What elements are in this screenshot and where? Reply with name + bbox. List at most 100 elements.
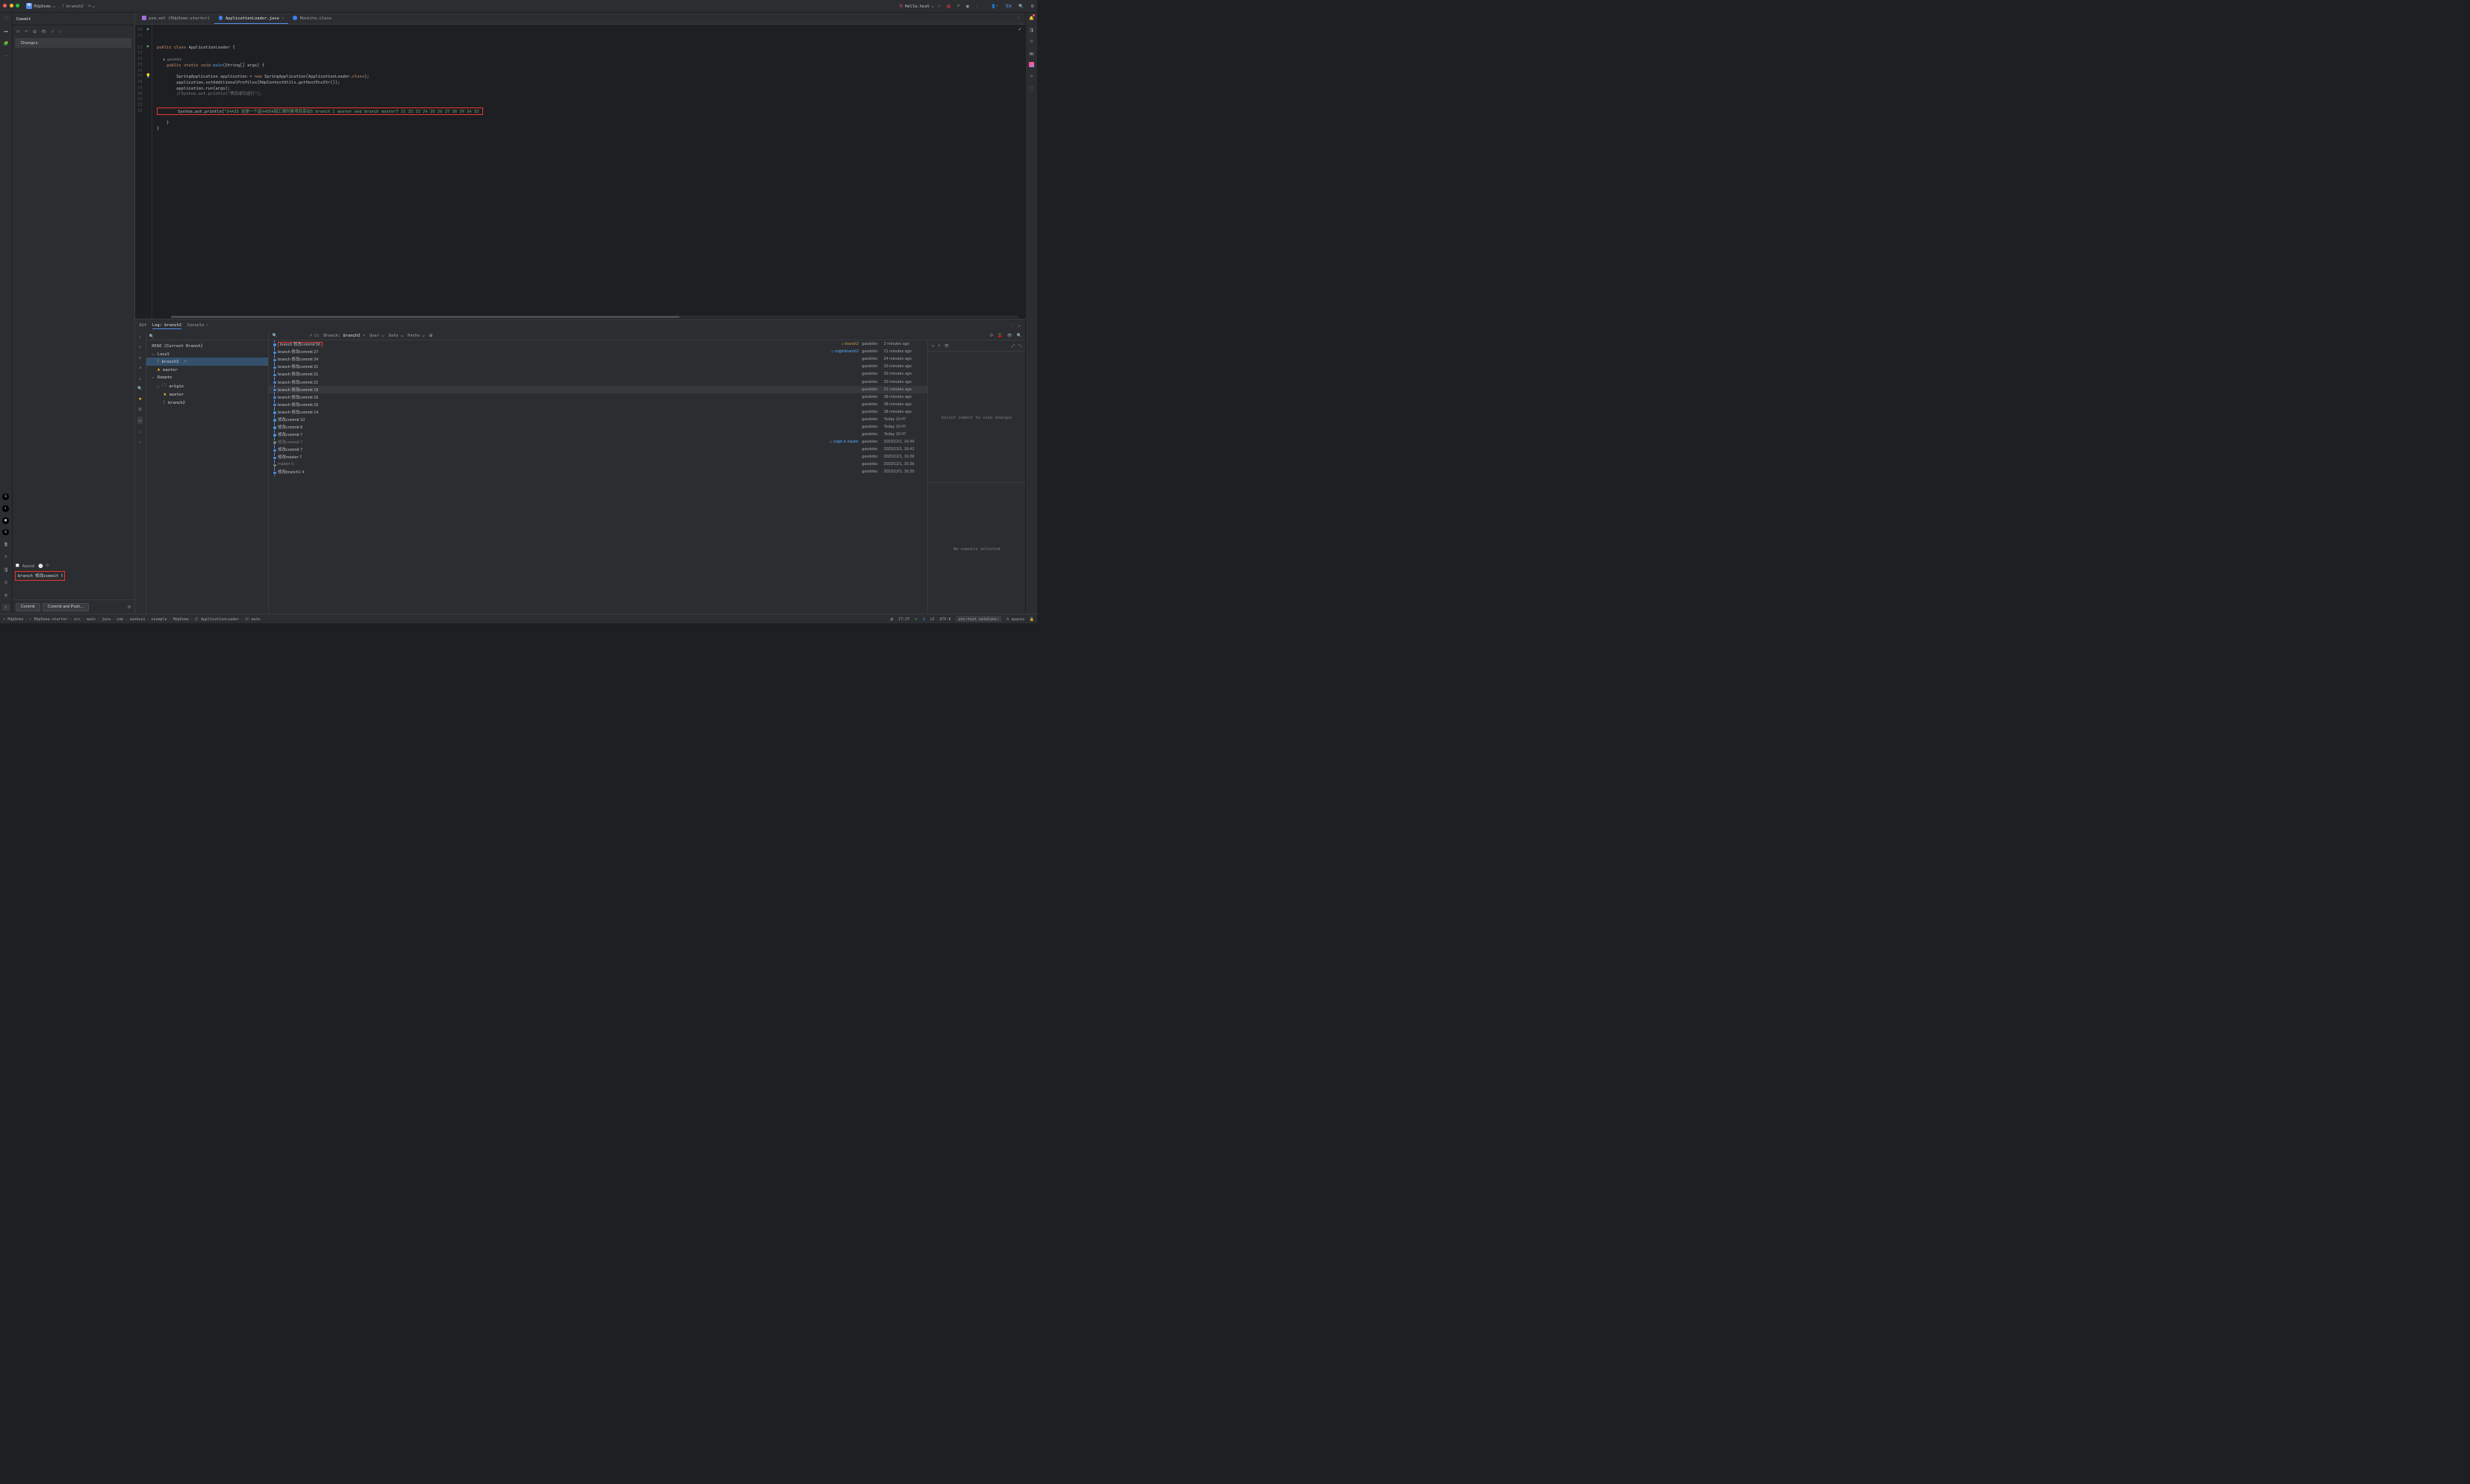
document-icon[interactable]: 🗎 (2, 541, 9, 548)
branch-tree-node[interactable]: ⌄🗀 origin (146, 381, 269, 391)
settings-icon[interactable]: ⚙ (1030, 3, 1034, 9)
branch-tree-node[interactable]: HEAD (Current Branch) (146, 342, 269, 350)
minimize-icon[interactable]: — (1018, 322, 1020, 328)
expand-icon[interactable]: ⤢ (1012, 343, 1015, 349)
coverage-icon[interactable]: ⬚ (1030, 85, 1033, 91)
search-icon[interactable]: 🔍 (149, 333, 155, 339)
breadcrumb-segment[interactable]: ⓜ main (245, 617, 260, 622)
rollback-icon[interactable]: ↶ (25, 28, 28, 35)
breadcrumb-segment[interactable]: java (102, 617, 111, 622)
readonly-icon[interactable]: 🔓 (1030, 617, 1034, 622)
intention-bulb-icon[interactable]: 💡 (146, 72, 151, 78)
breadcrumb-segment[interactable]: Ⓒ ApplicationLoader (195, 617, 239, 622)
commit-row[interactable]: 修改commit 7 ⬦ origin & master gaodebo 202… (269, 438, 927, 446)
problems-icon[interactable]: ⊘ (2, 591, 9, 598)
commit-row[interactable]: 修改commit 7 gaodebo Today 10:47 (269, 431, 927, 438)
collapse-icon[interactable]: ‹ (139, 334, 141, 340)
breadcrumb-segment[interactable]: sankuai (129, 617, 145, 622)
collapse-icon[interactable]: ⤡ (1018, 343, 1021, 349)
favorite-icon[interactable]: ★ (138, 396, 142, 402)
settings-icon[interactable]: ⚙ (138, 406, 142, 412)
coin-icon[interactable]: ◎ (1030, 38, 1033, 44)
minimize-window-icon[interactable] (10, 4, 13, 7)
code-editor[interactable]: ✔ public class ApplicationLoader {▲ gaod… (152, 25, 1024, 319)
commit-row[interactable]: branch 修改commit 21 gaodebo 29 minutes ag… (269, 370, 927, 378)
commit-row[interactable]: 修改commit 8 gaodebo Today 10:47 (269, 423, 927, 431)
commit-button[interactable]: Commit (16, 603, 40, 611)
stop-icon[interactable]: ◼ (966, 3, 970, 9)
maven-icon[interactable]: m (1030, 50, 1033, 57)
inspection-ok-icon[interactable]: ✔ (1018, 26, 1022, 32)
regex-label[interactable]: .* (308, 332, 313, 338)
fetch-icon[interactable]: ⇣ (138, 375, 142, 381)
horizontal-scrollbar[interactable] (171, 316, 1018, 318)
breadcrumb-segment[interactable]: src (74, 617, 81, 622)
plugin-icon[interactable]: S (2, 529, 8, 535)
diff-icon[interactable]: ⧉ (33, 28, 36, 35)
ai-icon[interactable]: ⟐ (46, 562, 49, 569)
commit-row[interactable]: branch 修改commit 19 gaodebo 31 minutes ag… (269, 386, 927, 393)
commit-row[interactable]: master 6 gaodebo 2023/12/1, 16:36 (269, 461, 927, 468)
prev-icon[interactable]: ↘ (932, 343, 934, 349)
commit-row[interactable]: branch 修改commit 15 gaodebo 38 minutes ag… (269, 401, 927, 408)
history-icon[interactable]: 🕓 (38, 563, 43, 569)
breadcrumb-segment[interactable]: main (87, 617, 96, 622)
branch-tree-node[interactable]: ⌄Local (146, 350, 269, 358)
vcs-branch-widget[interactable]: ᚶ branch2 ↗ ⌄ (62, 3, 95, 9)
plugin-icon[interactable]: S (2, 493, 8, 499)
branch-filter[interactable]: Branch: branch2 × (323, 332, 365, 338)
tab-git[interactable]: Git (139, 322, 146, 329)
date-filter[interactable]: Date ⌄ (388, 332, 403, 338)
plugin-icon[interactable]: ◐ (2, 505, 8, 511)
branch-tree-node[interactable]: ᚶ branch2↗ (146, 358, 269, 366)
indent-label[interactable]: 4 spaces (1007, 617, 1024, 622)
run-config-selector[interactable]: ⦿ Hello.test ⌄ (899, 3, 933, 9)
commit-row[interactable]: 修改commit 10 gaodebo Today 10:47 (269, 416, 927, 423)
branch-tree-node[interactable]: ᚶ branch2 (146, 399, 269, 407)
window-controls[interactable] (3, 4, 19, 7)
eye-icon[interactable]: 👁 (1007, 332, 1012, 338)
close-icon[interactable]: × (206, 322, 208, 328)
commit-settings-icon[interactable]: ⚙ (128, 604, 131, 610)
editor-tab[interactable]: Mockito.class (288, 13, 336, 24)
structure-tool-icon[interactable]: 🧩 (2, 40, 9, 47)
translate-icon[interactable]: 文A (1005, 3, 1012, 9)
env-label[interactable]: env:test swimlane: (956, 616, 1001, 623)
find-icon[interactable]: 🔍 (1017, 332, 1022, 338)
checkout-icon[interactable]: ↙ (139, 355, 141, 361)
editor-tab[interactable]: pom.xml (MdpDemo-starter) (137, 13, 214, 24)
editor-tab[interactable]: ApplicationLoader.java× (214, 13, 289, 24)
options-icon[interactable]: ⋮ (1010, 322, 1013, 328)
next-icon[interactable]: ↗ (938, 343, 940, 349)
commit-row[interactable]: 修改master 7 gaodebo 2023/12/1, 16:39 (269, 453, 927, 461)
commit-row[interactable]: branch 修改commit 14 gaodebo 38 minutes ag… (269, 408, 927, 416)
commit-row[interactable]: branch 修改commit 21 gaodebo 29 minutes ag… (269, 363, 927, 370)
breadcrumb-segment[interactable]: com (116, 617, 123, 622)
user-filter[interactable]: User ⌄ (370, 332, 385, 338)
refresh-icon[interactable]: ⟳ (990, 332, 994, 338)
refresh-icon[interactable]: ⟳ (16, 28, 20, 35)
run-gutter-icon[interactable]: ▶ (147, 43, 149, 49)
eye-icon[interactable]: 👁 (944, 343, 949, 349)
debug-icon[interactable]: 🐞 (946, 3, 951, 9)
commit-row[interactable]: branch 修改commit 27 ⬦ origin/branch2 gaod… (269, 348, 927, 355)
coverage-icon[interactable]: ⮳ (957, 2, 960, 9)
add-icon[interactable]: ＋ (138, 344, 142, 350)
layout-icon[interactable]: ▭ (137, 417, 143, 424)
commit-row[interactable]: branch 修改commit 16 gaodebo 38 minutes ag… (269, 393, 927, 401)
log-search-input[interactable] (279, 333, 306, 337)
profiler-icon[interactable]: ⟐ (1030, 73, 1033, 80)
branch-tree-node[interactable]: ★ master (146, 390, 269, 399)
line-sep-label[interactable]: LF (930, 617, 935, 622)
commit-row[interactable]: branch 修改commit 21 gaodebo 29 minutes ag… (269, 378, 927, 385)
encoding-label[interactable]: UTF-8 (939, 617, 951, 622)
google-icon[interactable]: G (923, 617, 925, 622)
breadcrumb-segment[interactable]: MdpDemo (173, 617, 189, 622)
commit-message-input[interactable] (15, 571, 65, 581)
maximize-window-icon[interactable] (16, 4, 19, 7)
git-tool-icon[interactable]: ᚶ (2, 604, 9, 611)
notifications-icon[interactable]: 🔔 (1029, 15, 1034, 21)
breadcrumb[interactable]: ▸ MdpDemo›▸ MdpDemo-starter›src›main›jav… (3, 617, 260, 622)
commit-row[interactable]: 修改commit 7 gaodebo 2023/12/1, 16:42 (269, 446, 927, 453)
project-selector[interactable]: MD MdpDemo ⌄ (24, 1, 57, 10)
